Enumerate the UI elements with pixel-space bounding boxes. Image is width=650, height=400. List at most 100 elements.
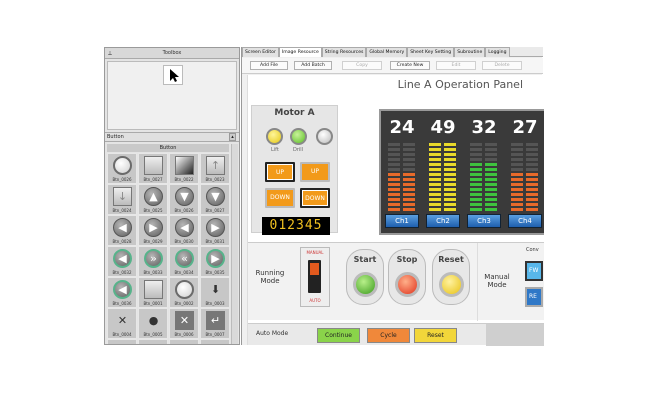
button-cell-label: Btn_0026 <box>174 208 194 213</box>
level-segment <box>511 168 523 171</box>
toolbox-button-cell[interactable]: ↑ Btn_0023 <box>200 153 230 184</box>
digit-3-icon: 3 <box>206 342 225 344</box>
auto-reset-button[interactable]: Reset <box>414 328 457 343</box>
level-segment <box>429 173 441 176</box>
level-segment <box>470 208 482 211</box>
level-segment <box>388 148 400 151</box>
toolbox-button-cell[interactable]: ◀ Btn_0036 <box>107 277 137 308</box>
level-segment <box>388 183 400 186</box>
digit-1-icon: 1 <box>144 342 163 344</box>
stop-button[interactable]: Stop <box>388 249 426 305</box>
x-box-icon: ✕ <box>175 311 194 330</box>
toolbox-button-cell[interactable]: ◀ Btn_0032 <box>107 246 137 277</box>
toolbox-button-cell[interactable]: Btn_0026 <box>107 153 137 184</box>
tab-screen-editor[interactable]: Screen Editor <box>242 47 279 57</box>
create-new-button[interactable]: Create New <box>390 61 430 70</box>
reset-button[interactable]: Reset <box>432 249 470 305</box>
arrow-left-icon: ◀ <box>113 280 132 299</box>
category-dropdown[interactable]: Button ▴ <box>105 132 239 142</box>
pin-icon[interactable]: ⟂ <box>108 48 112 59</box>
lift-lamp <box>266 128 283 145</box>
level-segment <box>485 203 497 206</box>
toolbox-button-cell[interactable]: Btn_0027 <box>138 153 168 184</box>
toolbox-button-cell[interactable]: ⬇ Btn_0003 <box>200 277 230 308</box>
toolbox-button-cell[interactable]: ↓ Btn_0024 <box>107 184 137 215</box>
auto-mode-row: Auto Mode Continue Cycle Reset <box>248 323 544 346</box>
toolbox-button-cell[interactable]: ▶ Btn_0031 <box>200 215 230 246</box>
tab-logging[interactable]: Logging <box>485 47 510 57</box>
toolbox-button-cell[interactable]: » Btn_0033 <box>138 246 168 277</box>
channel-meter: 49 Ch2 <box>425 115 461 230</box>
tab-sheet-key-setting[interactable]: Sheet Key Setting <box>407 47 455 57</box>
toolbox-scrollbar[interactable] <box>231 144 238 344</box>
gradient-square-icon <box>175 156 194 175</box>
tab-image-resource[interactable]: Image Resource <box>278 47 322 57</box>
level-segment <box>403 183 415 186</box>
mode-selector-switch[interactable]: MANUAL AUTO <box>300 247 330 307</box>
edit-button[interactable]: Edit <box>436 61 476 70</box>
cycle-button[interactable]: Cycle <box>367 328 410 343</box>
level-segment <box>526 143 538 146</box>
level-segment <box>511 188 523 191</box>
toolbox-button-cell[interactable]: ↵ Btn_0007 <box>200 308 230 339</box>
toolbox-button-cell[interactable]: « Btn_0034 <box>169 246 199 277</box>
toolbox-button-cell[interactable]: Btn_0001 <box>138 277 168 308</box>
delete-button[interactable]: Delete <box>482 61 522 70</box>
level-segment <box>403 208 415 211</box>
drill-down-button[interactable]: DOWN <box>300 188 330 208</box>
toolbox-button-cell[interactable]: ▼ Btn_0027 <box>200 184 230 215</box>
channel-button[interactable]: Ch1 <box>385 214 419 228</box>
toolbox-button-cell[interactable]: Btn_0022 <box>169 153 199 184</box>
arrow-left-icon: ◀ <box>175 218 194 237</box>
level-segment <box>444 193 456 196</box>
lift-label: Lift <box>271 147 279 153</box>
arrow-down-icon: ▼ <box>175 187 194 206</box>
pointer-area <box>107 61 237 130</box>
toolbox-button-cell[interactable]: ✕ Btn_0006 <box>169 308 199 339</box>
toolbox-button-cell[interactable]: ◀ Btn_0030 <box>169 215 199 246</box>
toolbox-button-cell[interactable]: ● Btn_0005 <box>138 308 168 339</box>
toolbox-button-cell[interactable]: ✕ Btn_0004 <box>107 308 137 339</box>
lift-up-button[interactable]: UP <box>265 162 295 182</box>
round-button-icon <box>113 156 132 175</box>
toolbox-button-cell[interactable]: ◀ Btn_0028 <box>107 215 137 246</box>
conveyor-label: Conv <box>526 247 539 253</box>
toolbox-button-cell[interactable]: 3Btn_0011 <box>200 339 230 344</box>
add-file-button[interactable]: Add File <box>250 61 288 70</box>
add-batch-button[interactable]: Add Batch <box>294 61 332 70</box>
toolbox-button-cell[interactable]: 1Btn_0009 <box>138 339 168 344</box>
toolbox-button-cell[interactable]: ▼ Btn_0026 <box>169 184 199 215</box>
channel-button[interactable]: Ch3 <box>467 214 501 228</box>
toolbox-button-cell[interactable]: 0Btn_0008 <box>107 339 137 344</box>
button-cell-label: Btn_0035 <box>205 270 225 275</box>
continue-button[interactable]: Continue <box>317 328 360 343</box>
level-segment <box>526 153 538 156</box>
copy-button[interactable]: Copy <box>342 61 382 70</box>
channel-button[interactable]: Ch4 <box>508 214 542 228</box>
toolbox-button-cell[interactable]: Btn_0002 <box>169 277 199 308</box>
button-cell-label: Btn_0023 <box>205 177 225 182</box>
tab-global-memory[interactable]: Global Memory <box>366 47 408 57</box>
toolbox-button-cell[interactable]: ▶ Btn_0029 <box>138 215 168 246</box>
toolbox-button-cell[interactable]: ▲ Btn_0025 <box>138 184 168 215</box>
switch-lever[interactable] <box>310 263 319 275</box>
pointer-tool[interactable] <box>163 65 183 85</box>
start-button[interactable]: Start <box>346 249 384 305</box>
motor-box: Motor A Lift Drill UP UP DOWN DOWN <box>251 105 338 233</box>
level-segment <box>429 168 441 171</box>
level-segment <box>511 163 523 166</box>
collapse-icon[interactable]: ▴ <box>229 133 236 141</box>
conveyor-reverse-button[interactable]: RE <box>525 287 543 307</box>
level-segment <box>388 158 400 161</box>
level-segment <box>429 203 441 206</box>
button-cell-label: Btn_0031 <box>205 239 225 244</box>
tab-string-resources[interactable]: String Resources <box>321 47 367 57</box>
drill-up-button[interactable]: UP <box>300 162 330 182</box>
level-segment <box>526 183 538 186</box>
conveyor-forward-button[interactable]: FW <box>525 261 543 281</box>
lift-down-button[interactable]: DOWN <box>265 188 295 208</box>
tab-subroutine[interactable]: Subroutine <box>454 47 486 57</box>
toolbox-button-cell[interactable]: ▶ Btn_0035 <box>200 246 230 277</box>
toolbox-button-cell[interactable]: 2Btn_0010 <box>169 339 199 344</box>
channel-button[interactable]: Ch2 <box>426 214 460 228</box>
